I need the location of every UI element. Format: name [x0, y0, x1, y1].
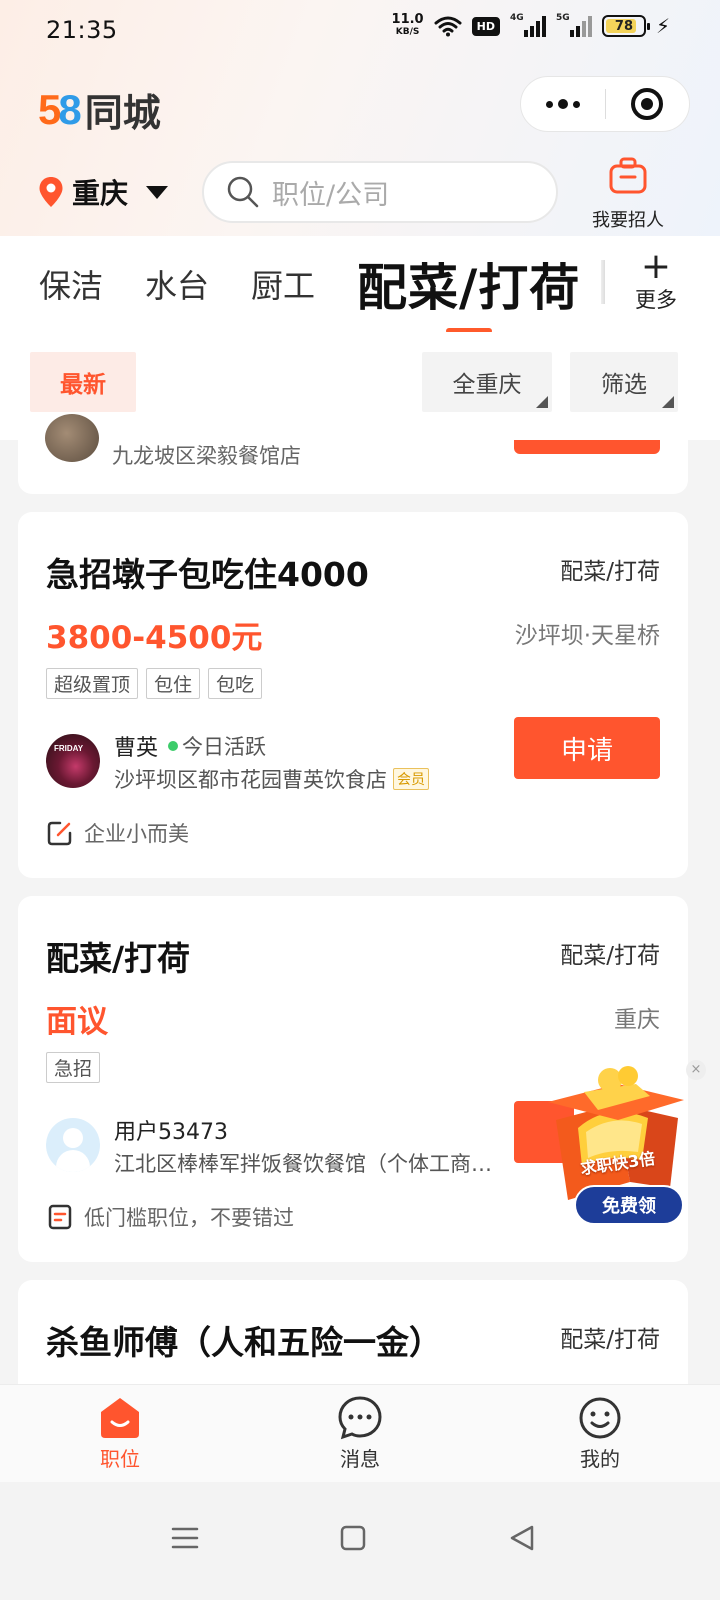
battery-icon: 78: [601, 15, 650, 37]
network-speed: 11.0 KB/S: [391, 12, 424, 37]
salary: 3800-4500元: [46, 620, 263, 656]
tag: 包吃: [208, 668, 263, 699]
job-note: 企业小而美: [46, 818, 189, 848]
online-dot-icon: [168, 741, 179, 751]
home-square-icon[interactable]: [333, 1518, 373, 1558]
location-pin-icon: [39, 177, 63, 207]
search-icon: [227, 176, 259, 208]
tab-prep-cook[interactable]: 配菜/打荷: [357, 248, 580, 320]
tag: 超级置顶: [46, 668, 139, 699]
job-location: 沙坪坝·天星桥: [514, 623, 660, 649]
avatar: FRIDAY: [46, 734, 100, 788]
dropdown-corner-icon: [536, 396, 548, 408]
edit-icon: [47, 821, 72, 846]
job-category: 配菜/打荷: [560, 943, 660, 969]
nav-messages[interactable]: 消息: [240, 1385, 480, 1482]
job-card[interactable]: 急招墩子包吃住4000 配菜/打荷 3800-4500元 沙坪坝·天星桥 超级置…: [18, 512, 688, 878]
signal-4g-icon: 4G: [510, 13, 546, 37]
apply-button[interactable]: [514, 440, 660, 454]
message-icon: [338, 1396, 382, 1440]
system-navigation-bar: [0, 1482, 720, 1600]
job-note: 低门槛职位，不要错过: [46, 1202, 294, 1232]
apply-button[interactable]: 申请: [514, 717, 660, 779]
contact-name: 用户53473: [114, 1120, 228, 1145]
job-card[interactable]: 九龙坡区梁毅餐馆店: [18, 414, 688, 494]
tab-kitchen-helper[interactable]: 厨工: [251, 261, 315, 307]
job-category: 配菜/打荷: [560, 1327, 660, 1353]
claim-free-button[interactable]: 免费领: [574, 1185, 684, 1225]
category-tab-bar: 保洁 水台 厨工 配菜/打荷 + 更多: [0, 236, 720, 332]
filter-chip[interactable]: 筛选: [570, 352, 678, 412]
dropdown-corner-icon: [662, 396, 674, 408]
contact-name: 曹英 今日活跃: [114, 730, 266, 762]
profile-icon: [579, 1397, 621, 1439]
search-input[interactable]: 职位/公司: [202, 161, 558, 223]
close-mini-program-button[interactable]: [606, 77, 690, 131]
area-filter-chip[interactable]: 全重庆: [422, 352, 552, 412]
company-name: 江北区棒棒军拌饭餐饮餐馆（个体工商户）: [114, 1152, 506, 1176]
hd-icon: HD: [471, 16, 500, 36]
document-icon: [48, 1204, 72, 1230]
salary: 面议: [46, 1004, 108, 1040]
menu-icon[interactable]: [165, 1518, 205, 1558]
home-icon: [101, 1398, 139, 1438]
status-bar: 21:35 11.0 KB/S HD 4G 5G 78 ⚡: [0, 0, 720, 64]
tag: 包住: [146, 668, 201, 699]
member-badge: 会员: [393, 768, 429, 790]
tag: 急招: [46, 1052, 101, 1083]
chevron-down-icon: [146, 185, 169, 199]
back-icon[interactable]: [502, 1518, 542, 1558]
more-categories-button[interactable]: + 更多: [626, 246, 686, 314]
charging-icon: ⚡: [655, 14, 670, 38]
active-status: 今日活跃: [182, 735, 267, 759]
search-placeholder: 职位/公司: [272, 179, 390, 211]
signal-5g-icon: 5G: [556, 13, 592, 37]
tab-dishwashing[interactable]: 水台: [145, 261, 209, 307]
mini-program-capsule: [520, 76, 690, 132]
target-icon: [631, 88, 664, 120]
job-title: 急招墩子包吃住4000: [46, 555, 369, 594]
job-category: 配菜/打荷: [560, 559, 660, 585]
avatar: [45, 414, 99, 462]
city-name: 重庆: [72, 177, 129, 210]
status-time: 21:35: [46, 16, 118, 44]
close-promo-button[interactable]: ×: [686, 1060, 706, 1080]
city-selector[interactable]: 重庆: [38, 172, 169, 212]
sort-newest-chip[interactable]: 最新: [30, 352, 136, 412]
post-job-button[interactable]: 我要招人: [586, 156, 670, 232]
job-tags: 急招: [46, 1052, 101, 1083]
company-name: 沙坪坝区都市花园曹英饮食店 会员: [114, 764, 429, 794]
wifi-icon: [434, 16, 462, 37]
plus-icon: +: [640, 246, 672, 287]
status-icons: 11.0 KB/S HD 4G 5G 78 ⚡: [391, 12, 670, 38]
briefcase-icon: [609, 157, 647, 194]
company-name: 九龙坡区梁毅餐馆店: [112, 444, 301, 468]
job-title: 配菜/打荷: [46, 939, 191, 978]
more-menu-button[interactable]: [521, 77, 605, 131]
bottom-tab-bar: 职位 消息 我的: [0, 1384, 720, 1482]
avatar: [46, 1118, 100, 1172]
nav-profile[interactable]: 我的: [480, 1385, 720, 1482]
logo-58-tongcheng: 58 同城: [38, 85, 161, 136]
tab-cleaning[interactable]: 保洁: [39, 261, 103, 307]
job-title: 杀鱼师傅（人和五险一金）: [46, 1323, 442, 1362]
job-tags: 超级置顶 包住 包吃: [46, 668, 263, 699]
nav-jobs[interactable]: 职位: [0, 1385, 240, 1482]
job-location: 重庆: [614, 1007, 660, 1033]
